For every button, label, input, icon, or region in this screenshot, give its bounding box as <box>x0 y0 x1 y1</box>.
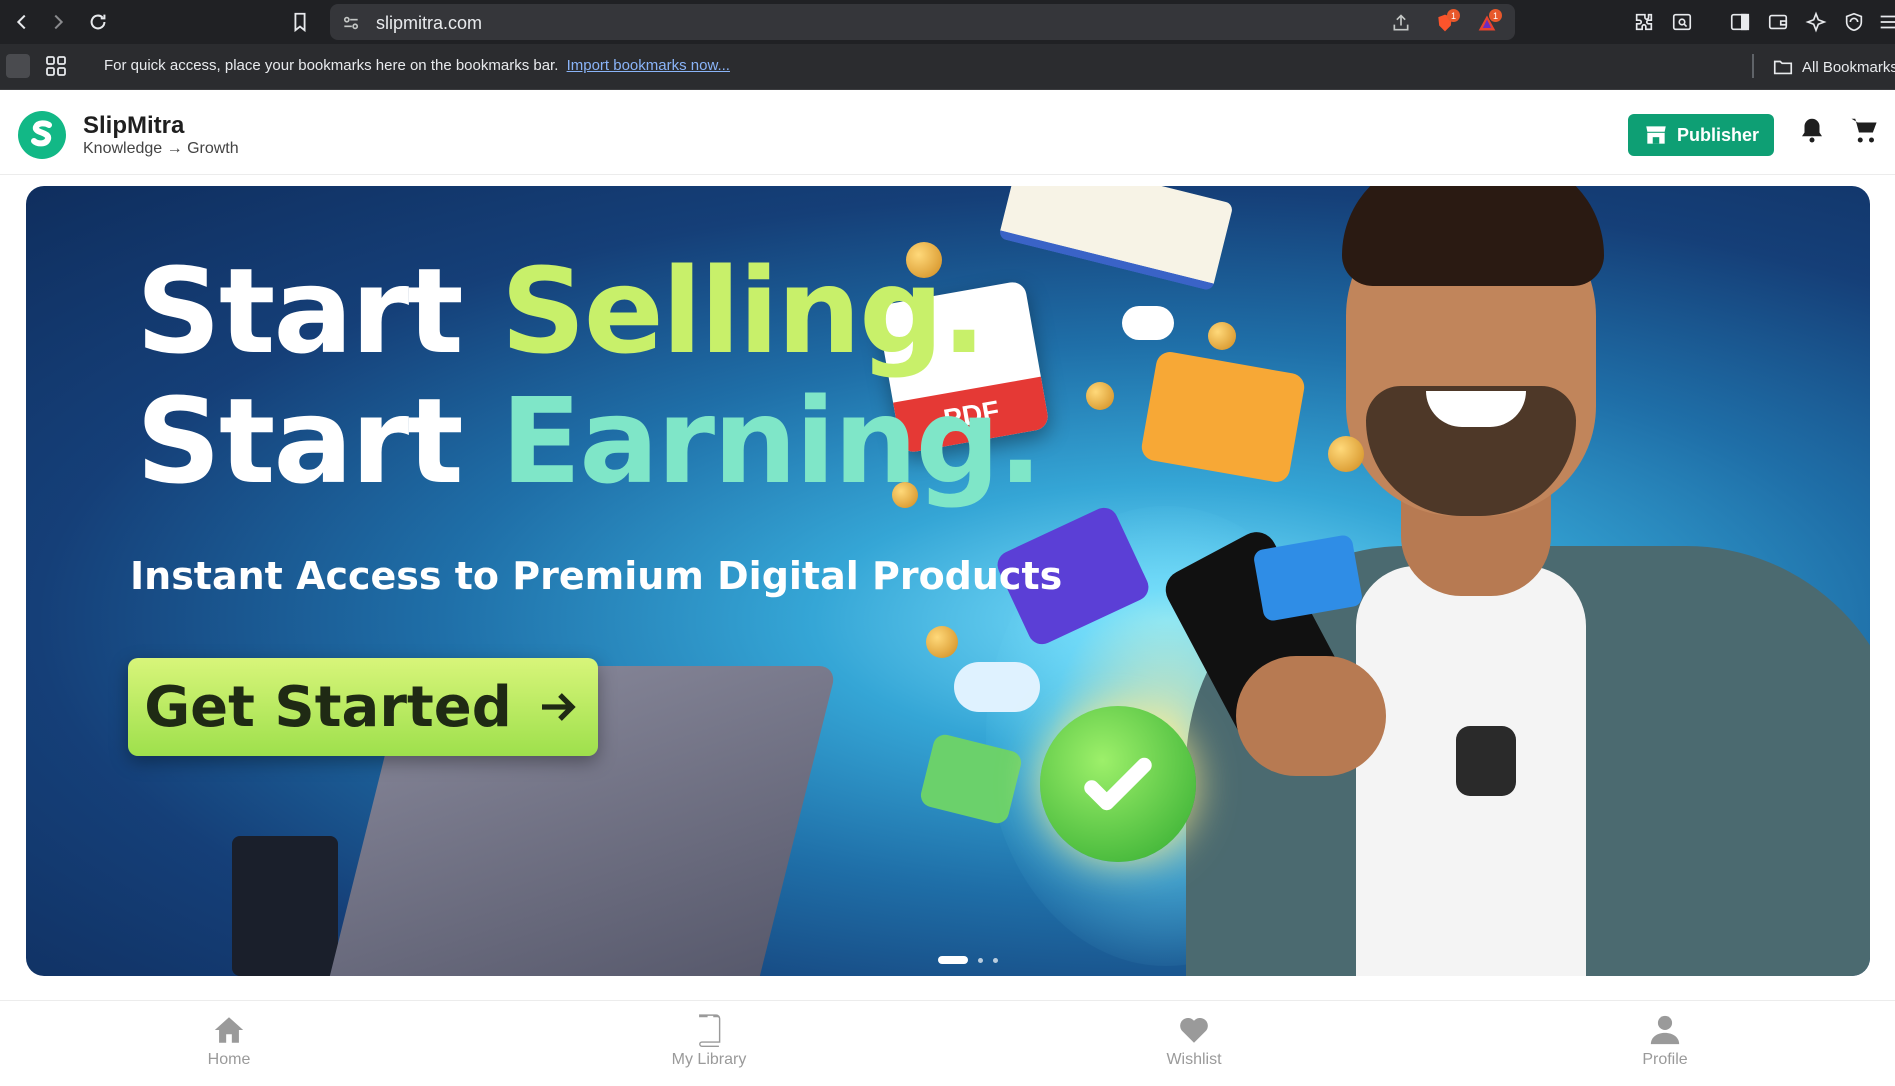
watch-illustration <box>1456 726 1516 796</box>
folder-icon <box>1773 60 1793 75</box>
nav-wishlist-label: Wishlist <box>1166 1051 1222 1068</box>
mug-illustration <box>232 836 338 976</box>
brave-shields-icon[interactable]: 1 <box>1434 9 1460 34</box>
coin-icon <box>926 626 958 658</box>
leo-ai-icon[interactable] <box>1804 10 1828 34</box>
bookmarks-prompt: For quick access, place your bookmarks h… <box>104 57 730 74</box>
cloud-download-icon <box>1122 306 1174 340</box>
browser-toolbar: slipmitra.com 1 1 <box>0 0 1895 44</box>
brave-badge: 1 <box>1447 9 1460 22</box>
all-bookmarks-label: All Bookmarks <box>1802 58 1895 76</box>
nav-my-library[interactable]: My Library <box>639 1013 779 1069</box>
headline-selling: Selling. <box>500 242 987 380</box>
sidebar-icon[interactable] <box>1728 10 1752 34</box>
cart-icon[interactable] <box>1846 112 1882 148</box>
notifications-bell-icon[interactable] <box>1794 112 1830 148</box>
forward-button[interactable] <box>44 8 72 36</box>
checkmark-icon <box>1040 706 1196 862</box>
open-book-icon <box>998 186 1234 292</box>
reload-button[interactable] <box>84 8 112 36</box>
nav-profile-label: Profile <box>1642 1051 1688 1068</box>
rewards-badge: 1 <box>1489 9 1502 22</box>
brave-rewards-icon[interactable]: 1 <box>1476 9 1502 34</box>
bookmarks-divider <box>1752 54 1754 78</box>
hero-subtitle: Instant Access to Premium Digital Produc… <box>130 554 1063 598</box>
site-header: SlipMitra Knowledge → Growth Publisher <box>0 90 1895 175</box>
hero-headline-line2: Start Earning. <box>136 382 1043 500</box>
bookmark-page-icon[interactable] <box>286 8 314 36</box>
home-icon <box>214 1017 244 1043</box>
nav-profile[interactable]: Profile <box>1595 1013 1735 1069</box>
heart-icon <box>1180 1017 1208 1043</box>
coin-icon <box>1328 436 1364 472</box>
back-button[interactable] <box>8 8 36 36</box>
store-icon <box>1646 126 1666 144</box>
bookmarks-prompt-text: For quick access, place your bookmarks h… <box>104 57 559 74</box>
all-bookmarks-button[interactable]: All Bookmarks <box>1772 56 1895 78</box>
hand-illustration <box>1236 656 1386 776</box>
get-started-button[interactable]: Get Started <box>128 658 598 756</box>
url-text[interactable]: slipmitra.com <box>376 13 482 34</box>
arrow-right-icon <box>541 693 576 721</box>
person-hair <box>1342 186 1604 286</box>
carousel-indicators <box>938 956 998 964</box>
profile-square-icon[interactable] <box>6 54 30 78</box>
nav-my-library-label: My Library <box>671 1051 747 1068</box>
nav-wishlist[interactable]: Wishlist <box>1124 1013 1264 1069</box>
cloud-download-large-icon <box>954 662 1040 712</box>
extensions-icon[interactable] <box>1632 10 1656 34</box>
headline-start-2: Start <box>136 372 501 510</box>
wallet-icon[interactable] <box>1766 10 1790 34</box>
get-started-label: Get Started <box>144 674 512 740</box>
menu-icon[interactable] <box>1876 10 1895 34</box>
carousel-dot[interactable] <box>978 957 983 963</box>
bottom-navigation: Home My Library Wishlist Profile <box>0 1000 1895 1086</box>
coin-icon <box>1208 322 1236 350</box>
zip-folder-icon <box>1139 349 1307 485</box>
publisher-button[interactable]: Publisher <box>1628 114 1774 156</box>
headline-start-1: Start <box>136 242 501 380</box>
headline-earning: Earning. <box>500 372 1043 510</box>
site-info-icon[interactable] <box>340 12 362 34</box>
coin-icon <box>1086 382 1114 410</box>
logo-s-icon <box>31 120 52 147</box>
slipmitra-logo[interactable] <box>18 111 66 159</box>
bookmarks-bar: For quick access, place your bookmarks h… <box>0 44 1895 90</box>
hero-headline-line1: Start Selling. <box>136 252 986 370</box>
brand-tagline: Knowledge → Growth <box>83 140 239 157</box>
apps-grid-icon[interactable] <box>44 54 68 78</box>
vpn-shield-icon[interactable] <box>1842 10 1866 34</box>
brand-name[interactable]: SlipMitra <box>83 112 184 140</box>
carousel-dot-active[interactable] <box>938 956 968 964</box>
reader-mode-icon[interactable] <box>1670 10 1694 34</box>
share-icon[interactable] <box>1390 12 1412 34</box>
user-icon <box>1650 1015 1680 1045</box>
address-bar[interactable]: slipmitra.com 1 1 <box>330 4 1515 40</box>
carousel-dot[interactable] <box>993 957 998 963</box>
publisher-label: Publisher <box>1676 124 1760 145</box>
library-icon <box>699 1014 721 1047</box>
nav-home[interactable]: Home <box>159 1013 299 1069</box>
import-bookmarks-link[interactable]: Import bookmarks now... <box>567 57 730 74</box>
hero-banner[interactable]: PDF Start Selling. Start Earning. Instan… <box>26 186 1870 976</box>
nav-home-label: Home <box>207 1051 251 1068</box>
